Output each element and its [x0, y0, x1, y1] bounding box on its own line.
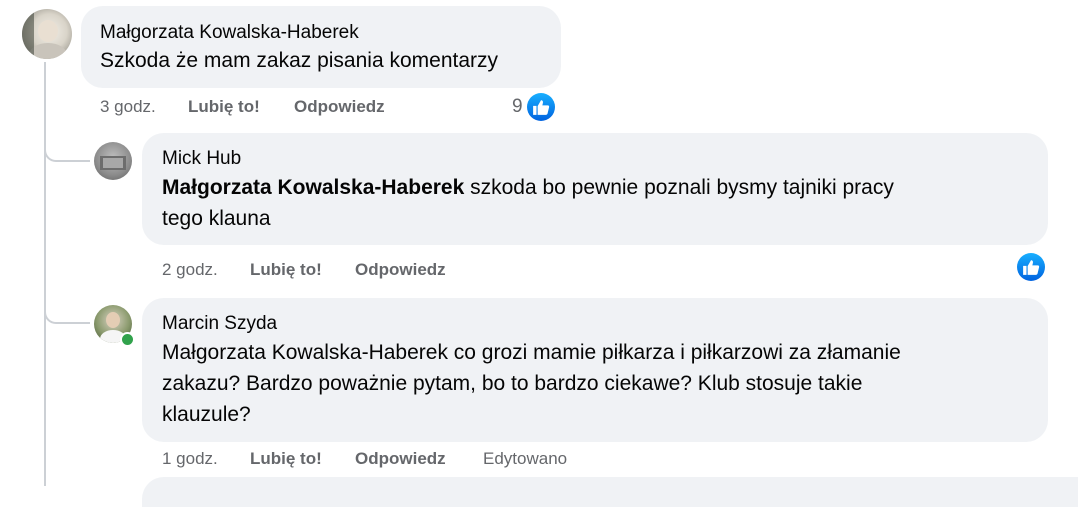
mention-link[interactable]: Małgorzata Kowalska-Haberek [162, 176, 464, 199]
comment-author-1[interactable]: Małgorzata Kowalska-Haberek [100, 22, 359, 44]
avatar-malgorzata[interactable] [22, 9, 72, 59]
reply-button-1[interactable]: Odpowiedz [294, 97, 385, 117]
like-button-2[interactable]: Lubię to! [250, 260, 322, 280]
comment-author-3[interactable]: Marcin Szyda [162, 313, 277, 335]
comment-time-1[interactable]: 3 godz. [100, 97, 156, 117]
avatar-mick-hub[interactable] [94, 142, 132, 180]
reply-button-2[interactable]: Odpowiedz [355, 260, 446, 280]
comment-bubble-next [142, 477, 1078, 507]
avatar-photo-icon [22, 9, 67, 59]
edited-label: Edytowano [483, 449, 568, 468]
comment-time-3[interactable]: 1 godz. [162, 449, 218, 469]
comment-text-3-line3: klauzule? [162, 403, 251, 426]
reply-button-3[interactable]: Odpowiedz [355, 449, 446, 469]
thread-line-vertical [44, 62, 46, 486]
online-status-icon [120, 332, 135, 347]
like-button-3[interactable]: Lubię to! [250, 449, 322, 469]
like-reaction-icon-1[interactable] [527, 93, 555, 121]
comment-text-3-line1: Małgorzata Kowalska-Haberek co grozi mam… [162, 341, 901, 364]
thread-connector-1 [44, 138, 90, 162]
comment-text-3-line2: zakazu? Bardzo poważnie pytam, bo to bar… [162, 372, 863, 395]
comment-text-2-line1: szkoda bo pewnie poznali bysmy tajniki p… [464, 176, 894, 199]
like-reaction-icon-2[interactable] [1017, 253, 1045, 281]
like-button-1[interactable]: Lubię to! [188, 97, 260, 117]
comment-time-2[interactable]: 2 godz. [162, 260, 218, 280]
thread-connector-2 [44, 300, 90, 324]
comment-text-3: Małgorzata Kowalska-Haberek co grozi mam… [162, 337, 1032, 430]
comment-text-2: Małgorzata Kowalska-Haberek szkoda bo pe… [162, 172, 1032, 234]
comment-text-1: Szkoda że mam zakaz pisania komentarzy [100, 49, 499, 72]
avatar-photo-icon [100, 156, 126, 170]
reaction-count-1[interactable]: 9 [512, 96, 523, 118]
comment-author-2[interactable]: Mick Hub [162, 148, 241, 170]
comment-text-2-line2: tego klauna [162, 207, 271, 230]
